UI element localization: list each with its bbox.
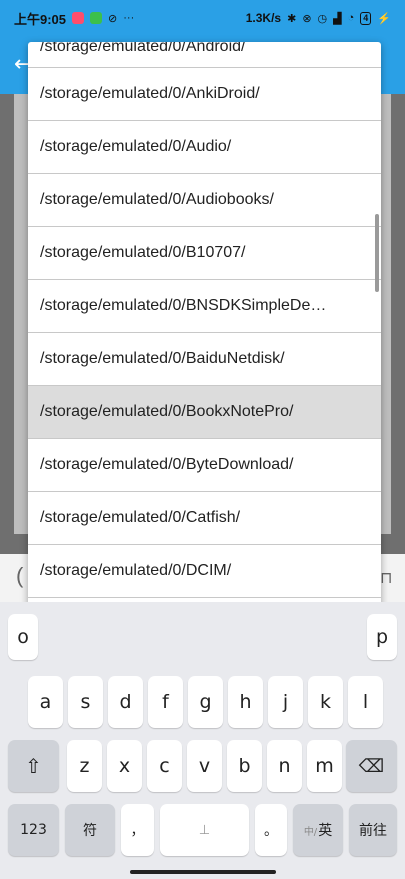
dropdown-option-label: /storage/emulated/0/Audio/ [40, 138, 232, 155]
path-dropdown-list[interactable]: /storage/emulated/0/Android/ /storage/emu… [28, 42, 381, 673]
key-g[interactable]: g [188, 676, 223, 728]
key-b[interactable]: b [227, 740, 262, 792]
key-v[interactable]: v [187, 740, 222, 792]
dropdown-option-label: /storage/emulated/0/DCIM/ [40, 562, 232, 579]
key-z[interactable]: z [67, 740, 102, 792]
dropdown-option-label: /storage/emulated/0/Audiobooks/ [40, 191, 274, 208]
key-s[interactable]: s [68, 676, 103, 728]
dropdown-option[interactable]: /storage/emulated/0/Catfish/ [28, 492, 381, 545]
key-h[interactable]: h [228, 676, 263, 728]
clock: 上午9:05 [14, 11, 67, 27]
dropdown-option-label: /storage/emulated/0/BookxNotePro/ [40, 403, 294, 420]
key-p[interactable]: p [367, 614, 397, 660]
wechat-icon [90, 12, 103, 24]
dropdown-option[interactable]: /storage/emulated/0/AnkiDroid/ [28, 68, 381, 121]
period-key[interactable]: 。 [255, 804, 287, 856]
dropdown-scrollbar[interactable] [375, 214, 379, 292]
key-k[interactable]: k [308, 676, 343, 728]
signal-icon: ▟ [333, 12, 342, 25]
key-f[interactable]: f [148, 676, 183, 728]
dropdown-option-label: /storage/emulated/0/Android/ [40, 42, 246, 55]
shift-icon: ⇧ [25, 754, 42, 778]
key-m[interactable]: m [307, 740, 342, 792]
key-j[interactable]: j [268, 676, 303, 728]
key-o[interactable]: o [8, 614, 38, 660]
numbers-key[interactable]: 123 [8, 804, 59, 856]
dropdown-option[interactable]: /storage/emulated/0/BaiduNetdisk/ [28, 333, 381, 386]
background-hint-icon: ⊓ [380, 570, 393, 587]
background-search-icon: ( [16, 563, 24, 588]
status-bar: 上午9:05 ⊘ ··· 1.3K/s ✱ ⊗ ◷ ▟ ◔ 4 ⚡ [0, 0, 405, 36]
dropdown-option[interactable]: /storage/emulated/0/Audiobooks/ [28, 174, 381, 227]
key-n[interactable]: n [267, 740, 302, 792]
dropdown-option[interactable]: /storage/emulated/0/Android/ [28, 42, 381, 68]
battery-icon: 4 [360, 11, 372, 25]
dropdown-option[interactable]: /storage/emulated/0/DCIM/ [28, 545, 381, 598]
symbols-key[interactable]: 符 [65, 804, 115, 856]
more-notifications: ··· [123, 12, 135, 24]
sync-icon: ⊘ [108, 12, 118, 25]
dropdown-option-label: /storage/emulated/0/AnkiDroid/ [40, 85, 260, 102]
dropdown-option-label: /storage/emulated/0/Catfish/ [40, 509, 241, 526]
language-switch-key[interactable]: 中/英 [293, 804, 343, 856]
dropdown-option[interactable]: /storage/emulated/0/BookxNotePro/ [28, 386, 381, 439]
dropdown-option[interactable]: /storage/emulated/0/B10707/ [28, 227, 381, 280]
dropdown-option-label: /storage/emulated/0/ByteDownload/ [40, 456, 294, 473]
shift-key[interactable]: ⇧ [8, 740, 59, 792]
key-l[interactable]: l [348, 676, 383, 728]
mute-icon: ⊗ [302, 12, 312, 25]
backspace-icon: ⌫ [358, 755, 385, 777]
key-c[interactable]: c [147, 740, 182, 792]
dropdown-option-label: /storage/emulated/0/BNSDKSimpleDe… [40, 297, 327, 314]
network-speed: 1.3K/s [245, 11, 282, 25]
key-d[interactable]: d [108, 676, 143, 728]
dropdown-option[interactable]: /storage/emulated/0/Audio/ [28, 121, 381, 174]
key-a[interactable]: a [28, 676, 63, 728]
microphone-icon: ⊥ [198, 822, 211, 838]
space-key[interactable]: ⊥ [160, 804, 249, 856]
app-notification-icon [72, 12, 85, 24]
bluetooth-icon: ✱ [287, 12, 297, 25]
dropdown-option[interactable]: /storage/emulated/0/ByteDownload/ [28, 439, 381, 492]
dropdown-option[interactable]: /storage/emulated/0/BNSDKSimpleDe… [28, 280, 381, 333]
backspace-key[interactable]: ⌫ [346, 740, 397, 792]
key-x[interactable]: x [107, 740, 142, 792]
alarm-icon: ◷ [317, 12, 328, 25]
dropdown-option-label: /storage/emulated/0/BaiduNetdisk/ [40, 350, 285, 367]
comma-key[interactable]: ， [121, 804, 154, 856]
dropdown-option-label: /storage/emulated/0/B10707/ [40, 244, 246, 261]
charging-icon: ⚡ [377, 12, 391, 25]
enter-go-key[interactable]: 前往 [349, 804, 397, 856]
gesture-navigation-bar[interactable] [130, 870, 276, 874]
wifi-icon: ◔ [347, 12, 355, 24]
